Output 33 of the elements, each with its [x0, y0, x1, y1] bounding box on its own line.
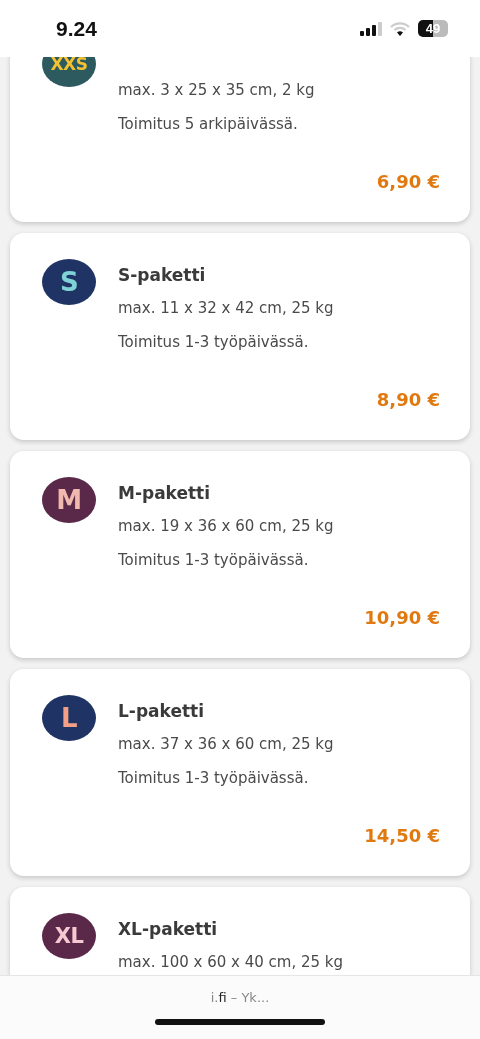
parcel-name: S-paketti: [118, 264, 207, 287]
parcel-dimensions: max. 11 x 32 x 42 cm, 25 kg: [118, 298, 335, 319]
parcel-card[interactable]: S S-paketti max. 11 x 32 x 42 cm, 25 kg Toimitus 1-3 työpäivässä. 8,90 €: [10, 233, 470, 440]
clock: 9.24: [56, 16, 97, 41]
wifi-icon: [390, 21, 410, 36]
delivery-time: Toimitus 5 arkipäivässä.: [118, 114, 299, 135]
size-label: L: [60, 703, 78, 733]
parcel-dimensions: max. 37 x 36 x 60 cm, 25 kg: [118, 734, 335, 755]
parcel-card[interactable]: XXS max. 3 x 25 x 35 cm, 2 kg Toimitus 5 arkipäivässä. 6,90 €: [10, 57, 470, 222]
parcel-name: XL-paketti: [118, 918, 219, 941]
battery-icon: 49: [418, 20, 448, 37]
parcel-dimensions: max. 19 x 36 x 60 cm, 25 kg: [118, 516, 335, 537]
delivery-time: Toimitus 1-3 työpäivässä.: [118, 768, 310, 789]
size-label: XXS: [50, 57, 88, 74]
parcel-card[interactable]: L L-paketti max. 37 x 36 x 60 cm, 25 kg Toimitus 1-3 työpäivässä. 14,50 €: [10, 669, 470, 876]
address-bar-url[interactable]: i.fi – Yk...: [210, 990, 270, 1005]
parcel-dimensions: max. 100 x 60 x 40 cm, 25 kg: [118, 952, 345, 973]
home-indicator[interactable]: [155, 1019, 325, 1025]
parcel-name: L-paketti: [118, 700, 205, 723]
delivery-time: Toimitus 1-3 työpäivässä.: [118, 332, 310, 353]
size-label: M: [56, 485, 82, 515]
parcel-dimensions: max. 3 x 25 x 35 cm, 2 kg: [118, 80, 316, 101]
parcel-price: 14,50 €: [364, 825, 440, 846]
parcel-price: 10,90 €: [364, 607, 440, 628]
parcel-price: 8,90 €: [376, 389, 440, 410]
size-label: XL: [54, 924, 84, 948]
signal-icon: [360, 21, 382, 36]
parcel-card[interactable]: M M-paketti max. 19 x 36 x 60 cm, 25 kg Toimitus 1-3 työpäivässä. 10,90 €: [10, 451, 470, 658]
parcel-card[interactable]: XL XL-paketti max. 100 x 60 x 40 cm, 25 kg: [10, 887, 470, 975]
delivery-time: Toimitus 1-3 työpäivässä.: [118, 550, 310, 571]
parcel-name: M-paketti: [118, 482, 212, 505]
size-label: S: [59, 267, 79, 297]
parcel-price: 6,90 €: [376, 171, 440, 192]
